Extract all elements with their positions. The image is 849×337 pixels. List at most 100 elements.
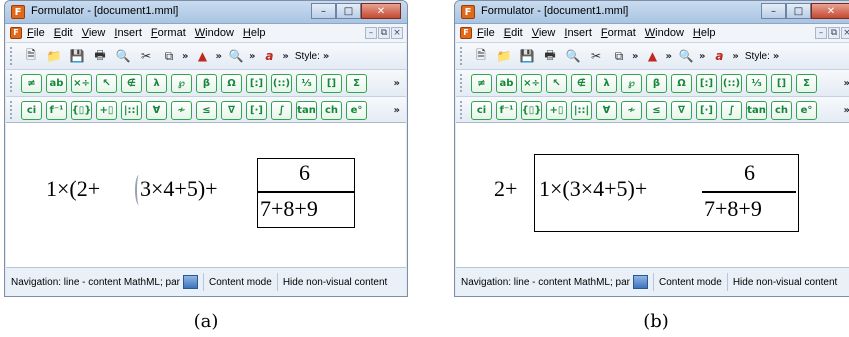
open-folder-icon[interactable]: 📁 bbox=[44, 46, 64, 66]
menu-insert[interactable]: Insert bbox=[564, 27, 592, 39]
ab-button[interactable]: ab bbox=[46, 73, 67, 93]
more-chevron-icon[interactable]: » bbox=[844, 105, 849, 116]
more-chevron-icon[interactable]: » bbox=[844, 78, 849, 89]
more-chevron-icon[interactable]: » bbox=[394, 105, 400, 116]
close-button[interactable]: ✕ bbox=[811, 3, 849, 19]
more-chevron-icon[interactable]: » bbox=[665, 51, 671, 62]
less-equal-button[interactable]: ≤ bbox=[646, 100, 667, 120]
ch-button[interactable]: ch bbox=[321, 100, 342, 120]
fractions-button[interactable]: ⅓ bbox=[746, 73, 767, 93]
navigation-mode-icon[interactable] bbox=[632, 275, 648, 289]
maximize-button[interactable]: □ bbox=[786, 3, 811, 19]
toolbar-grip[interactable] bbox=[10, 101, 15, 119]
integral-button[interactable]: ∫ bbox=[271, 100, 292, 120]
ci-button[interactable]: ci bbox=[471, 100, 492, 120]
mdi-close-button[interactable]: × bbox=[841, 27, 849, 39]
approx-button[interactable]: ≁ bbox=[621, 100, 642, 120]
mdi-minimize-button[interactable]: – bbox=[365, 27, 377, 39]
toolbar-grip[interactable] bbox=[10, 74, 15, 92]
more-chevron-icon[interactable]: » bbox=[182, 51, 188, 62]
print-preview-icon[interactable]: 🔍 bbox=[113, 46, 133, 66]
menu-insert[interactable]: Insert bbox=[114, 27, 142, 39]
toolbar-grip[interactable] bbox=[10, 47, 15, 65]
more-chevron-icon[interactable]: » bbox=[773, 51, 779, 62]
content-mode-status[interactable]: Content mode bbox=[654, 273, 728, 291]
less-equal-button[interactable]: ≤ bbox=[196, 100, 217, 120]
new-document-icon[interactable]: 🗎 bbox=[21, 46, 41, 66]
greek-lower-button[interactable]: β bbox=[196, 73, 217, 93]
mdi-minimize-button[interactable]: – bbox=[815, 27, 827, 39]
plus-box-button[interactable]: +▯ bbox=[546, 100, 567, 120]
exponent-button[interactable]: e° bbox=[796, 100, 817, 120]
ch-button[interactable]: ch bbox=[771, 100, 792, 120]
determinant-button[interactable]: |::| bbox=[121, 100, 142, 120]
cut-icon[interactable]: ✂ bbox=[136, 46, 156, 66]
mathml-a-icon[interactable]: a bbox=[709, 46, 729, 66]
document-icon[interactable]: F bbox=[10, 27, 22, 39]
menu-view[interactable]: View bbox=[532, 27, 556, 39]
greek-upper-button[interactable]: Ω bbox=[221, 73, 242, 93]
mdi-restore-button[interactable]: ⧉ bbox=[378, 27, 390, 39]
more-chevron-icon[interactable]: » bbox=[282, 51, 288, 62]
mdi-close-button[interactable]: × bbox=[391, 27, 403, 39]
maximize-button[interactable]: □ bbox=[336, 3, 361, 19]
arrows-button[interactable]: ↖ bbox=[546, 73, 567, 93]
more-chevron-icon[interactable]: » bbox=[323, 51, 329, 62]
forall-button[interactable]: ∀ bbox=[146, 100, 167, 120]
hide-nonvisual-status[interactable]: Hide non-visual content bbox=[278, 273, 393, 291]
greek-lower-button[interactable]: β bbox=[646, 73, 667, 93]
sum-button[interactable]: Σ bbox=[346, 73, 367, 93]
arrows-button[interactable]: ↖ bbox=[96, 73, 117, 93]
brackets-button[interactable]: [:] bbox=[246, 73, 267, 93]
new-document-icon[interactable]: 🗎 bbox=[471, 46, 491, 66]
save-icon[interactable]: 💾 bbox=[67, 46, 87, 66]
set-braces-button[interactable]: {▯} bbox=[71, 100, 92, 120]
print-icon[interactable]: 🖶 bbox=[90, 46, 110, 66]
mathml-a-icon[interactable]: a bbox=[259, 46, 279, 66]
more-chevron-icon[interactable]: » bbox=[732, 51, 738, 62]
matrix-button[interactable]: [] bbox=[771, 73, 792, 93]
more-chevron-icon[interactable]: » bbox=[215, 51, 221, 62]
not-equal-button[interactable]: ≠ bbox=[21, 73, 42, 93]
more-chevron-icon[interactable]: » bbox=[249, 51, 255, 62]
matrix-button[interactable]: [] bbox=[321, 73, 342, 93]
fractions-button[interactable]: ⅓ bbox=[296, 73, 317, 93]
zoom-icon[interactable]: 🔍 bbox=[676, 46, 696, 66]
interval-button[interactable]: [·] bbox=[696, 100, 717, 120]
menu-window[interactable]: Window bbox=[195, 27, 234, 39]
menu-format[interactable]: Format bbox=[601, 27, 636, 39]
cut-icon[interactable]: ✂ bbox=[586, 46, 606, 66]
menu-help[interactable]: Help bbox=[693, 27, 716, 39]
minimize-button[interactable]: – bbox=[311, 3, 336, 19]
menu-file[interactable]: File bbox=[27, 27, 45, 39]
menu-format[interactable]: Format bbox=[151, 27, 186, 39]
sum-button[interactable]: Σ bbox=[796, 73, 817, 93]
menu-file[interactable]: File bbox=[477, 27, 495, 39]
operators-button[interactable]: ×÷ bbox=[71, 73, 92, 93]
interval-button[interactable]: [·] bbox=[246, 100, 267, 120]
pdf-export-icon[interactable]: ▲ bbox=[192, 46, 212, 66]
content-mode-status[interactable]: Content mode bbox=[204, 273, 278, 291]
brackets-button[interactable]: [:] bbox=[696, 73, 717, 93]
copy-icon[interactable]: ⧉ bbox=[609, 46, 629, 66]
nabla-button[interactable]: ∇ bbox=[671, 100, 692, 120]
toolbar-grip[interactable] bbox=[460, 47, 465, 65]
print-icon[interactable]: 🖶 bbox=[540, 46, 560, 66]
toolbar-grip[interactable] bbox=[460, 74, 465, 92]
print-preview-icon[interactable]: 🔍 bbox=[563, 46, 583, 66]
misc-symbols-button[interactable]: ℘ bbox=[171, 73, 192, 93]
set-relations-button[interactable]: ∉ bbox=[121, 73, 142, 93]
determinant-button[interactable]: |::| bbox=[571, 100, 592, 120]
lambda-button[interactable]: λ bbox=[596, 73, 617, 93]
plus-box-button[interactable]: +▯ bbox=[96, 100, 117, 120]
save-icon[interactable]: 💾 bbox=[517, 46, 537, 66]
nabla-button[interactable]: ∇ bbox=[221, 100, 242, 120]
integral-button[interactable]: ∫ bbox=[721, 100, 742, 120]
fences-button[interactable]: (::) bbox=[271, 73, 292, 93]
menu-edit[interactable]: Edit bbox=[54, 27, 73, 39]
misc-symbols-button[interactable]: ℘ bbox=[621, 73, 642, 93]
document-icon[interactable]: F bbox=[460, 27, 472, 39]
ci-button[interactable]: ci bbox=[21, 100, 42, 120]
open-folder-icon[interactable]: 📁 bbox=[494, 46, 514, 66]
set-relations-button[interactable]: ∉ bbox=[571, 73, 592, 93]
